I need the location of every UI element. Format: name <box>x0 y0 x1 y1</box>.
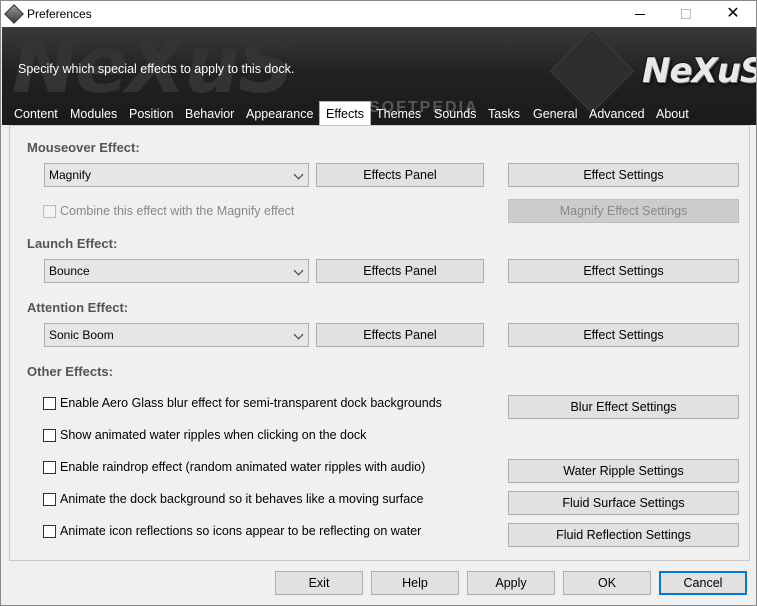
title-bar: Preferences ✕ <box>1 1 756 27</box>
combine-magnify-checkbox[interactable] <box>43 204 56 218</box>
fluid-surface-checkbox-row[interactable]: Animate the dock background so it behave… <box>43 492 423 506</box>
close-icon: ✕ <box>726 5 740 22</box>
fluid-reflection-checkbox-row[interactable]: Animate icon reflections so icons appear… <box>43 524 421 538</box>
cancel-button[interactable]: Cancel <box>659 571 747 595</box>
attention-effect-label: Attention Effect: <box>27 300 129 315</box>
mouseover-effect-select[interactable]: Magnify <box>44 163 309 187</box>
combine-magnify-label: Combine this effect with the Magnify eff… <box>60 204 295 218</box>
fluid-reflection-settings-button[interactable]: Fluid Reflection Settings <box>508 523 739 547</box>
effects-panel: Mouseover Effect: Magnify Effects Panel … <box>9 125 750 561</box>
app-icon <box>4 4 24 24</box>
aero-glass-checkbox-row[interactable]: Enable Aero Glass blur effect for semi-t… <box>43 396 442 410</box>
preferences-window: Preferences ✕ NeXuS Specify which specia… <box>0 0 757 606</box>
tab-general[interactable]: General <box>527 103 583 125</box>
water-ripples-checkbox[interactable] <box>43 428 56 442</box>
banner-description: Specify which special effects to apply t… <box>18 62 295 76</box>
tab-effects[interactable]: Effects <box>319 101 371 125</box>
help-button[interactable]: Help <box>371 571 459 595</box>
mouseover-effect-label: Mouseover Effect: <box>27 140 140 155</box>
maximize-icon <box>681 9 691 19</box>
exit-button[interactable]: Exit <box>275 571 363 595</box>
launch-effect-select[interactable]: Bounce <box>44 259 309 283</box>
attention-effect-settings-button[interactable]: Effect Settings <box>508 323 739 347</box>
aero-glass-checkbox[interactable] <box>43 396 56 410</box>
minimize-icon <box>635 13 645 15</box>
raindrop-checkbox-row[interactable]: Enable raindrop effect (random animated … <box>43 460 425 474</box>
chevron-down-icon <box>293 265 304 276</box>
tab-modules[interactable]: Modules <box>64 103 123 125</box>
launch-effect-settings-button[interactable]: Effect Settings <box>508 259 739 283</box>
aero-glass-label: Enable Aero Glass blur effect for semi-t… <box>60 396 442 410</box>
close-button[interactable]: ✕ <box>710 1 756 27</box>
mouseover-effect-value: Magnify <box>49 168 92 182</box>
attention-effect-value: Sonic Boom <box>49 328 114 342</box>
fluid-reflection-checkbox[interactable] <box>43 524 56 538</box>
fluid-reflection-label: Animate icon reflections so icons appear… <box>60 524 422 538</box>
window-title: Preferences <box>27 7 92 21</box>
blur-effect-settings-button[interactable]: Blur Effect Settings <box>508 395 739 419</box>
fluid-surface-label: Animate the dock background so it behave… <box>60 492 424 506</box>
tab-about[interactable]: About <box>650 103 695 125</box>
chevron-down-icon <box>293 169 304 180</box>
launch-effect-value: Bounce <box>49 264 90 278</box>
water-ripple-settings-button[interactable]: Water Ripple Settings <box>508 459 739 483</box>
ok-button[interactable]: OK <box>563 571 651 595</box>
magnify-effect-settings-button[interactable]: Magnify Effect Settings <box>508 199 739 223</box>
nexus-logo: NeXuS <box>642 51 756 91</box>
fluid-surface-checkbox[interactable] <box>43 492 56 506</box>
tab-tasks[interactable]: Tasks <box>482 103 526 125</box>
fluid-surface-settings-button[interactable]: Fluid Surface Settings <box>508 491 739 515</box>
combine-magnify-checkbox-row[interactable]: Combine this effect with the Magnify eff… <box>43 204 294 218</box>
softpedia-watermark: SOFTPEDIA <box>369 99 479 116</box>
tab-advanced[interactable]: Advanced <box>583 103 651 125</box>
attention-effects-panel-button[interactable]: Effects Panel <box>316 323 484 347</box>
mouseover-effect-settings-button[interactable]: Effect Settings <box>508 163 739 187</box>
attention-effect-select[interactable]: Sonic Boom <box>44 323 309 347</box>
tab-behavior[interactable]: Behavior <box>179 103 240 125</box>
raindrop-checkbox[interactable] <box>43 460 56 474</box>
launch-effect-label: Launch Effect: <box>27 236 118 251</box>
minimize-button[interactable] <box>617 1 663 27</box>
apply-button[interactable]: Apply <box>467 571 555 595</box>
maximize-button[interactable] <box>663 1 709 27</box>
raindrop-label: Enable raindrop effect (random animated … <box>60 460 426 474</box>
tab-appearance[interactable]: Appearance <box>240 103 319 125</box>
launch-effects-panel-button[interactable]: Effects Panel <box>316 259 484 283</box>
water-ripples-checkbox-row[interactable]: Show animated water ripples when clickin… <box>43 428 366 442</box>
other-effects-label: Other Effects: <box>27 364 113 379</box>
water-ripples-label: Show animated water ripples when clickin… <box>60 428 367 442</box>
tab-content[interactable]: Content <box>8 103 64 125</box>
chevron-down-icon <box>293 329 304 340</box>
mouseover-effects-panel-button[interactable]: Effects Panel <box>316 163 484 187</box>
tab-position[interactable]: Position <box>123 103 179 125</box>
